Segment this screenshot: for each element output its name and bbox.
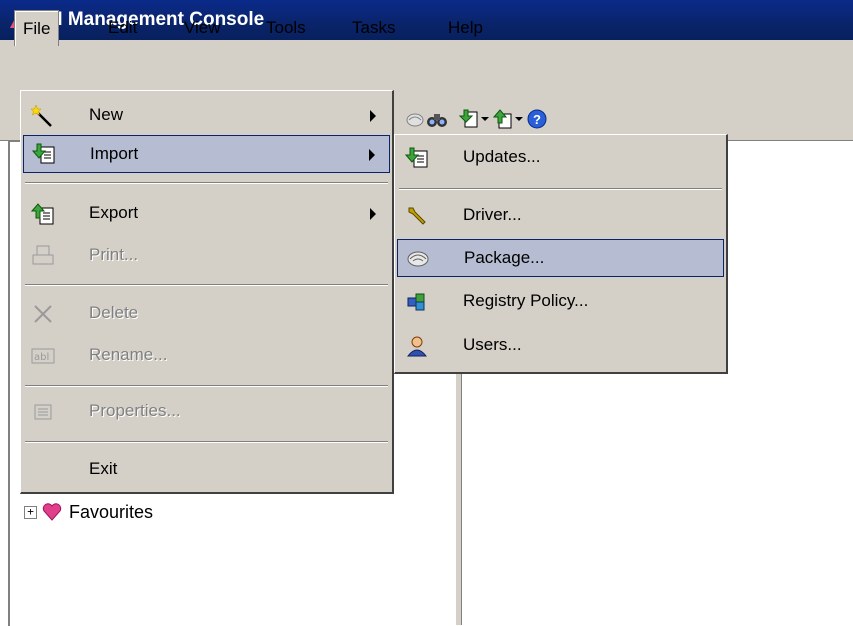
import-green-arrow-icon bbox=[405, 147, 428, 168]
rename-abl-icon: abl bbox=[31, 348, 55, 364]
submenu-arrow-icon bbox=[370, 110, 376, 122]
submenu-item-registry-policy[interactable]: Registry Policy... bbox=[397, 283, 724, 321]
heart-icon bbox=[42, 503, 62, 521]
submenu-arrow-icon bbox=[370, 208, 376, 220]
properties-icon bbox=[34, 404, 52, 420]
svg-text:?: ? bbox=[533, 112, 541, 127]
menu-item-new[interactable]: New bbox=[23, 97, 390, 135]
menu-item-label: Driver... bbox=[463, 205, 522, 224]
menu-view-label: View bbox=[184, 18, 221, 37]
menu-help-label: Help bbox=[448, 18, 483, 37]
menu-help[interactable]: Help bbox=[440, 10, 491, 46]
package-toolbar-icon[interactable] bbox=[404, 108, 426, 130]
menu-tasks[interactable]: Tasks bbox=[344, 10, 403, 46]
submenu-item-driver[interactable]: Driver... bbox=[397, 197, 724, 235]
tree-item-label: Favourites bbox=[69, 501, 154, 522]
menu-separator bbox=[25, 441, 388, 443]
menu-item-label: Properties... bbox=[89, 401, 181, 420]
menu-edit-label: Edit bbox=[108, 18, 138, 37]
submenu-item-updates[interactable]: Updates... bbox=[397, 139, 724, 177]
menu-item-label: Rename... bbox=[89, 345, 168, 364]
submenu-arrow-icon bbox=[369, 149, 375, 161]
help-icon[interactable]: ? bbox=[526, 108, 548, 130]
printer-icon bbox=[32, 245, 54, 265]
expand-icon[interactable]: + bbox=[24, 505, 37, 519]
menu-item-label: Updates... bbox=[463, 147, 541, 166]
export-toolbar-icon[interactable] bbox=[492, 108, 514, 130]
menu-item-label: New bbox=[89, 105, 124, 124]
menu-edit[interactable]: Edit bbox=[100, 10, 145, 46]
import-toolbar-icon[interactable] bbox=[458, 108, 480, 130]
export-dropdown-arrow[interactable] bbox=[515, 117, 523, 121]
menu-separator bbox=[399, 188, 722, 190]
menu-view[interactable]: View bbox=[176, 10, 229, 46]
menu-item-import[interactable]: Import bbox=[23, 135, 390, 173]
menu-item-delete[interactable]: Delete bbox=[23, 295, 390, 333]
file-menu: New Import Export Print... Delete abl Re… bbox=[20, 90, 394, 494]
menu-item-label: Export bbox=[89, 203, 139, 222]
menu-item-rename[interactable]: abl Rename... bbox=[23, 337, 390, 375]
menu-item-label: Print... bbox=[89, 245, 139, 264]
registry-policy-icon bbox=[407, 293, 425, 311]
submenu-item-package[interactable]: Package... bbox=[397, 239, 724, 277]
menu-item-label: Import bbox=[90, 144, 139, 163]
user-icon bbox=[406, 336, 428, 357]
wrench-icon bbox=[408, 207, 426, 225]
menu-item-exit[interactable]: Exit bbox=[23, 451, 390, 489]
import-dropdown-arrow[interactable] bbox=[481, 117, 489, 121]
x-delete-icon bbox=[34, 305, 52, 323]
menu-item-label: Delete bbox=[89, 303, 139, 322]
menu-item-label: Users... bbox=[463, 335, 522, 354]
menu-item-print[interactable]: Print... bbox=[23, 237, 390, 275]
tree-item-favourites[interactable]: + Favourites bbox=[24, 500, 153, 524]
menu-item-export[interactable]: Export bbox=[23, 195, 390, 233]
menu-item-properties[interactable]: Properties... bbox=[23, 393, 390, 431]
menu-item-label: Package... bbox=[464, 248, 545, 267]
import-submenu: Updates... Driver... Package... Registry… bbox=[394, 134, 728, 374]
menu-separator bbox=[25, 385, 388, 387]
menu-file-label: File bbox=[23, 19, 51, 38]
menu-separator bbox=[25, 284, 388, 286]
menu-item-label: Exit bbox=[89, 459, 118, 478]
svg-text:abl: abl bbox=[34, 352, 49, 363]
menu-bar bbox=[0, 40, 853, 96]
menu-tasks-label: Tasks bbox=[352, 18, 396, 37]
window-title: RM Management Console bbox=[33, 9, 265, 30]
menu-tools-label: Tools bbox=[266, 18, 306, 37]
magic-wand-icon bbox=[31, 104, 52, 127]
binoculars-icon[interactable] bbox=[426, 108, 448, 130]
package-handshake-icon bbox=[407, 251, 429, 267]
import-green-arrow-icon bbox=[32, 143, 55, 164]
submenu-item-users[interactable]: Users... bbox=[397, 327, 724, 365]
menu-item-label: Registry Policy... bbox=[463, 291, 589, 310]
export-green-arrow-icon bbox=[31, 203, 54, 225]
menu-tools[interactable]: Tools bbox=[258, 10, 314, 46]
menu-separator bbox=[25, 182, 388, 184]
menu-file[interactable]: File bbox=[14, 10, 60, 46]
